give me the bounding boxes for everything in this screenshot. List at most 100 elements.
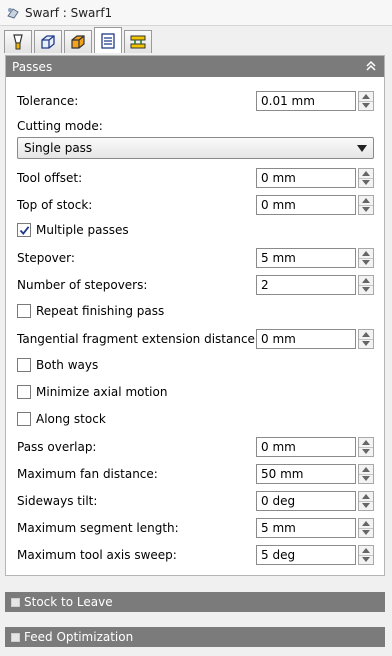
passes-header-label: Passes (12, 59, 53, 74)
checkmark-icon (19, 225, 29, 235)
max-tool-axis-sweep-spinner[interactable] (358, 545, 374, 565)
passes-panel: Passes Tolerance: Cutting mode: Single p… (5, 55, 385, 576)
max-segment-length-spinner[interactable] (358, 518, 374, 538)
arrow-up-icon (362, 493, 370, 499)
spin-up-button[interactable] (359, 546, 373, 556)
tolerance-row: Tolerance: (17, 91, 78, 111)
tab-tool[interactable] (4, 30, 32, 53)
sideways-tilt-input[interactable] (256, 491, 356, 511)
max-fan-distance-spinner[interactable] (358, 464, 374, 484)
spin-down-button[interactable] (359, 475, 373, 484)
arrow-down-icon (362, 503, 370, 509)
top-of-stock-input[interactable] (256, 195, 356, 215)
top-of-stock-row: Top of stock: (17, 195, 92, 215)
stepover-row: Stepover: (17, 248, 75, 268)
arrow-down-icon (362, 449, 370, 455)
both-ways-checkbox[interactable] (17, 358, 31, 372)
sideways-tilt-spinner[interactable] (358, 491, 374, 511)
max-segment-length-input[interactable] (256, 518, 356, 538)
max-segment-length-field (256, 518, 374, 538)
sideways-tilt-row: Sideways tilt: (17, 491, 97, 511)
max-fan-distance-input[interactable] (256, 464, 356, 484)
cutting-mode-select[interactable]: Single pass (17, 137, 374, 159)
linking-icon (130, 35, 146, 49)
tab-heights[interactable] (64, 30, 92, 53)
tangential-extension-spinner[interactable] (358, 329, 374, 349)
sideways-tilt-field (256, 491, 374, 511)
pass-overlap-spinner[interactable] (358, 437, 374, 457)
arrow-up-icon (362, 277, 370, 283)
number-of-stepovers-input[interactable] (256, 275, 356, 295)
multiple-passes-checkbox[interactable] (17, 223, 31, 237)
number-of-stepovers-spinner[interactable] (358, 275, 374, 295)
repeat-finishing-pass-row[interactable]: Repeat finishing pass (17, 301, 164, 321)
pass-overlap-input[interactable] (256, 437, 356, 457)
stepover-spinner[interactable] (358, 248, 374, 268)
spin-down-button[interactable] (359, 286, 373, 295)
stepover-label: Stepover: (17, 251, 75, 265)
expand-box-icon (11, 632, 20, 642)
spin-down-button[interactable] (359, 179, 373, 188)
spin-up-button[interactable] (359, 169, 373, 179)
spin-down-button[interactable] (359, 502, 373, 511)
spin-down-button[interactable] (359, 102, 373, 111)
minimize-axial-motion-label: Minimize axial motion (36, 385, 168, 399)
max-fan-distance-label: Maximum fan distance: (17, 467, 158, 481)
arrow-up-icon (362, 520, 370, 526)
tool-offset-field (256, 168, 374, 188)
spin-up-button[interactable] (359, 196, 373, 206)
spin-up-button[interactable] (359, 438, 373, 448)
arrow-up-icon (362, 93, 370, 99)
tangential-extension-input[interactable] (256, 329, 356, 349)
spin-up-button[interactable] (359, 330, 373, 340)
stock-to-leave-label: Stock to Leave (24, 595, 113, 609)
pass-overlap-row: Pass overlap: (17, 437, 96, 457)
spin-down-button[interactable] (359, 556, 373, 565)
arrow-down-icon (362, 207, 370, 213)
spin-up-button[interactable] (359, 276, 373, 286)
feed-optimization-section-header[interactable]: Feed Optimization (5, 627, 385, 647)
expand-box-icon (11, 597, 20, 607)
stock-to-leave-section-header[interactable]: Stock to Leave (5, 592, 385, 612)
repeat-finishing-pass-checkbox[interactable] (17, 304, 31, 318)
max-tool-axis-sweep-field (256, 545, 374, 565)
minimize-axial-motion-checkbox[interactable] (17, 385, 31, 399)
spin-up-button[interactable] (359, 249, 373, 259)
both-ways-row[interactable]: Both ways (17, 355, 98, 375)
tab-linking[interactable] (124, 30, 152, 53)
spin-down-button[interactable] (359, 206, 373, 215)
max-tool-axis-sweep-input[interactable] (256, 545, 356, 565)
spin-up-button[interactable] (359, 519, 373, 529)
tolerance-spinner[interactable] (358, 91, 374, 111)
spin-down-button[interactable] (359, 448, 373, 457)
tab-strip (4, 27, 154, 53)
tab-passes[interactable] (94, 27, 122, 53)
multiple-passes-label: Multiple passes (36, 223, 129, 237)
spin-down-button[interactable] (359, 340, 373, 349)
spin-up-button[interactable] (359, 465, 373, 475)
arrow-up-icon (362, 170, 370, 176)
stepover-input[interactable] (256, 248, 356, 268)
spin-down-button[interactable] (359, 259, 373, 268)
arrow-down-icon (362, 341, 370, 347)
cutting-mode-value: Single pass (24, 141, 93, 155)
spin-down-button[interactable] (359, 529, 373, 538)
multiple-passes-checkbox-row[interactable]: Multiple passes (17, 220, 129, 240)
arrow-down-icon (362, 103, 370, 109)
tab-geometry[interactable] (34, 30, 62, 53)
top-of-stock-spinner[interactable] (358, 195, 374, 215)
along-stock-row[interactable]: Along stock (17, 409, 106, 429)
tolerance-input[interactable] (256, 91, 356, 111)
spin-up-button[interactable] (359, 92, 373, 102)
tool-offset-input[interactable] (256, 168, 356, 188)
tool-offset-spinner[interactable] (358, 168, 374, 188)
collapse-chevron-icon[interactable] (364, 59, 378, 73)
spin-up-button[interactable] (359, 492, 373, 502)
arrow-up-icon (362, 250, 370, 256)
minimize-axial-motion-row[interactable]: Minimize axial motion (17, 382, 167, 402)
arrow-up-icon (362, 439, 370, 445)
max-segment-length-row: Maximum segment length: (17, 518, 179, 538)
passes-section-header[interactable]: Passes (6, 56, 384, 77)
along-stock-checkbox[interactable] (17, 412, 31, 426)
tool-icon (13, 34, 23, 50)
